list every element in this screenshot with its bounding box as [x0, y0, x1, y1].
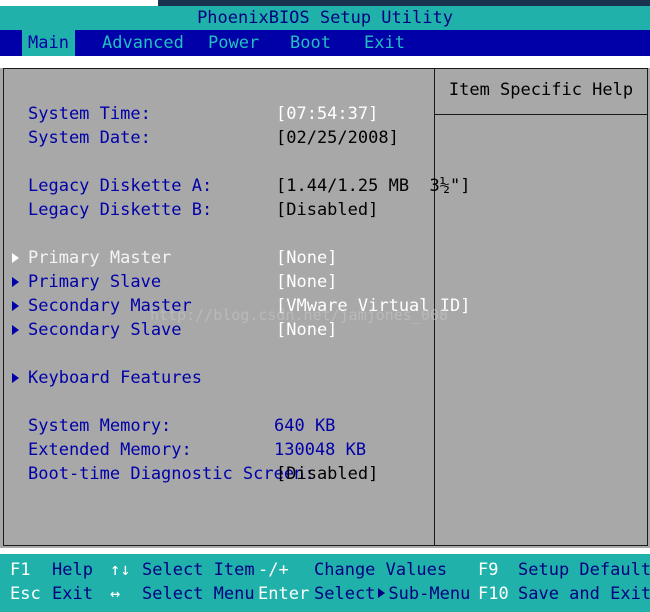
boot-diagnostic-label: Boot-time Diagnostic Screen:: [28, 464, 315, 484]
primary-slave-value: [None]: [276, 272, 338, 292]
key-enter-desc-submenu: Sub-Menu: [388, 584, 471, 604]
diskette-b-label: Legacy Diskette B:: [28, 200, 213, 220]
help-title: Item Specific Help: [448, 80, 634, 100]
diskette-b-value[interactable]: [Disabled]: [276, 198, 378, 222]
system-time-value[interactable]: [07:54:37]: [276, 102, 378, 126]
key-enter-desc: Select Sub-Menu: [314, 582, 470, 606]
key-plusminus: -/+: [258, 560, 289, 580]
key-help-bar: F1 Help ↑↓ Select Item -/+ Change Values…: [0, 554, 650, 612]
extended-memory-value: 130048 KB: [274, 440, 367, 460]
main-panel: Item Specific Help System Time: [07:54:3…: [0, 68, 650, 548]
watermark: http://blog.csdn.net/jamjones_008: [150, 306, 449, 324]
system-memory-value: 640 KB: [274, 416, 336, 436]
key-f1: F1: [10, 560, 31, 580]
key-esc: Esc: [10, 584, 41, 604]
key-updown-desc: Select Item: [142, 560, 255, 580]
help-divider: [434, 114, 648, 115]
spacer: [0, 56, 650, 68]
system-memory-label: System Memory:: [28, 416, 172, 436]
menu-main[interactable]: Main: [22, 30, 75, 56]
system-time-label: System Time:: [28, 104, 151, 124]
bios-title: PhoenixBIOS Setup Utility: [0, 6, 650, 30]
key-f10: F10: [478, 584, 509, 604]
key-f1-desc: Help: [52, 560, 93, 580]
key-enter: Enter: [258, 584, 310, 604]
key-f9: F9: [478, 560, 499, 580]
key-esc-desc: Exit: [52, 584, 93, 604]
boot-diagnostic-value[interactable]: [Disabled]: [276, 462, 378, 486]
menu-exit[interactable]: Exit: [358, 30, 411, 56]
key-leftright: ↔: [110, 584, 121, 604]
diskette-a-label: Legacy Diskette A:: [28, 176, 213, 196]
submenu-arrow-icon: [12, 325, 19, 335]
submenu-arrow-icon: [12, 253, 19, 263]
submenu-arrow-icon: [12, 301, 19, 311]
system-date-label: System Date:: [28, 128, 151, 148]
extended-memory-label: Extended Memory:: [28, 440, 192, 460]
key-f9-desc: Setup Defaults: [518, 560, 650, 580]
submenu-arrow-icon: [12, 373, 19, 383]
submenu-arrow-icon: [378, 588, 386, 598]
key-updown: ↑↓: [110, 560, 131, 580]
menu-boot[interactable]: Boot: [284, 30, 337, 56]
key-f10-desc: Save and Exit: [518, 584, 650, 604]
system-date-value[interactable]: [02/25/2008]: [276, 126, 399, 150]
key-plusminus-desc: Change Values: [314, 560, 448, 580]
key-leftright-desc: Select Menu: [142, 584, 255, 604]
diskette-a-value[interactable]: [1.44/1.25 MB 3½"]: [276, 174, 470, 198]
submenu-arrow-icon: [12, 277, 19, 287]
menu-advanced[interactable]: Advanced: [96, 30, 190, 56]
menu-bar: Main Advanced Power Boot Exit: [0, 30, 650, 56]
menu-power[interactable]: Power: [202, 30, 265, 56]
key-enter-desc-select: Select: [314, 584, 376, 604]
keyboard-features-label[interactable]: Keyboard Features: [28, 366, 202, 390]
primary-master-label[interactable]: Primary Master: [28, 246, 171, 270]
primary-master-value: [None]: [276, 248, 338, 268]
primary-slave-label[interactable]: Primary Slave: [28, 270, 161, 294]
